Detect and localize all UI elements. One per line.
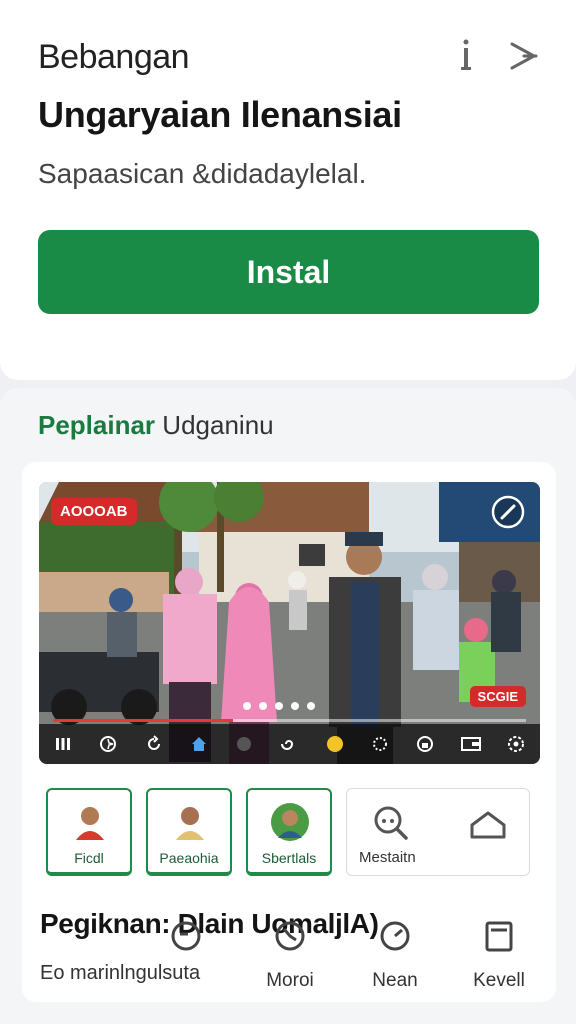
- feature-chip[interactable]: Paeaohia: [146, 788, 232, 876]
- speed-badge: SCGIE: [469, 686, 526, 707]
- feature-chip-plain[interactable]: Mestaitn: [346, 788, 530, 876]
- app-subtitle: Sapaasican &didadaylelal.: [38, 158, 367, 189]
- chip-label: Sbertlals: [261, 850, 317, 866]
- chip-label: Paeaohia: [159, 850, 219, 866]
- nav-label: Moroi: [266, 970, 314, 991]
- app-header-card: Bebangan Ungaryaian Ilenansiai Sapaasica…: [0, 0, 576, 380]
- details-sheet: Peplainar Udganinu AOOOAB SCGIE Ficdl Pa…: [0, 388, 576, 1024]
- chip-label: Ficdl: [74, 850, 104, 866]
- feature-chips: Ficdl Paeaohia Sbertlals Mestaitn: [46, 788, 530, 876]
- yellow-dot-icon[interactable]: [323, 732, 347, 756]
- home-outline-icon: [470, 811, 506, 839]
- feature-chip[interactable]: Ficdl: [46, 788, 132, 876]
- header-kicker: Bebangan: [38, 38, 190, 76]
- nav-item-nean[interactable]: Nean: [355, 920, 435, 992]
- install-button[interactable]: Instal: [38, 230, 539, 314]
- person-yellow-icon: [176, 807, 204, 840]
- carousel-dot[interactable]: [243, 702, 251, 710]
- wallet-icon[interactable]: [459, 732, 483, 756]
- section-title: Peplainar Udganinu: [38, 410, 274, 441]
- gauge-icon: [380, 921, 410, 951]
- chip-plain-label: Mestaitn: [359, 849, 416, 866]
- video-controls: [39, 724, 540, 764]
- feature-chip[interactable]: Sbertlals: [246, 788, 332, 876]
- carousel-dot[interactable]: [259, 702, 267, 710]
- search-icon: [374, 806, 408, 840]
- lock-icon[interactable]: [413, 732, 437, 756]
- sparkle-icon[interactable]: [96, 732, 120, 756]
- gear-icon[interactable]: [504, 732, 528, 756]
- close-arrow-icon[interactable]: [508, 38, 540, 74]
- header-icons: [450, 38, 540, 74]
- nav-item-dial[interactable]: [146, 920, 226, 970]
- app-title: Ungaryaian Ilenansiai: [38, 94, 402, 135]
- nav-label: Nean: [372, 970, 418, 991]
- replay-icon[interactable]: [142, 732, 166, 756]
- dial-icon: [171, 921, 201, 951]
- home-icon[interactable]: [187, 732, 211, 756]
- carousel-dots[interactable]: [243, 702, 315, 710]
- circle-icon[interactable]: [232, 732, 256, 756]
- section-title-highlight: Peplainar: [38, 410, 156, 440]
- nav-item-moroi[interactable]: Moroi: [250, 920, 330, 992]
- carousel-dot[interactable]: [307, 702, 315, 710]
- tablet-icon: [485, 921, 513, 952]
- video-progress-fill: [53, 719, 233, 722]
- person-red-icon: [76, 807, 104, 840]
- person-green-icon: [271, 803, 309, 841]
- swirl-icon[interactable]: [277, 732, 301, 756]
- nav-label: Kevell: [473, 970, 525, 991]
- carousel-dot[interactable]: [291, 702, 299, 710]
- carousel-dot[interactable]: [275, 702, 283, 710]
- bottom-nav: Moroi Nean Kevell: [0, 896, 576, 1012]
- clock-icon: [275, 921, 305, 951]
- rec-badge: AOOOAB: [51, 498, 137, 525]
- nav-item-kevell[interactable]: Kevell: [459, 920, 539, 992]
- settings-dots-icon[interactable]: [368, 732, 392, 756]
- video-player[interactable]: AOOOAB SCGIE: [39, 482, 540, 764]
- bars-icon[interactable]: [51, 732, 75, 756]
- video-progress-track[interactable]: [53, 719, 526, 722]
- section-title-rest: Udganinu: [162, 410, 274, 440]
- info-icon[interactable]: [450, 38, 482, 74]
- compass-icon[interactable]: [490, 494, 526, 530]
